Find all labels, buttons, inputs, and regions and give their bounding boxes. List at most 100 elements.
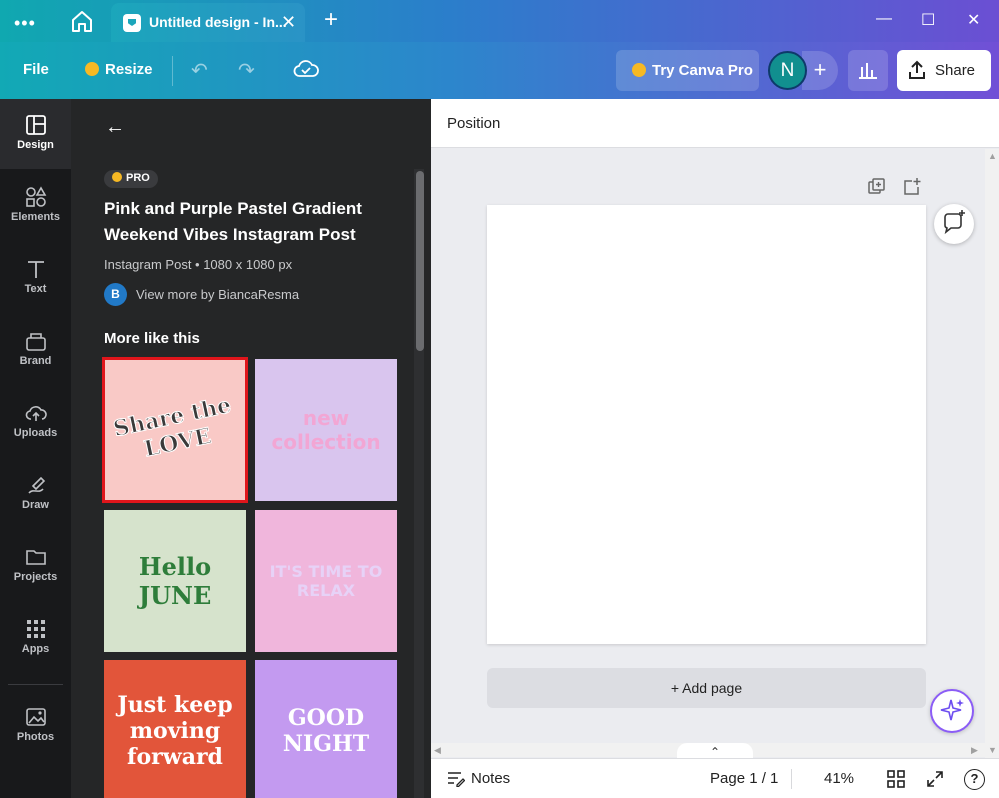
position-button[interactable]: Position <box>447 115 500 132</box>
layout-icon <box>25 115 46 135</box>
rail-divider <box>8 684 63 685</box>
thumbnail-text: GOOD NIGHT <box>282 705 370 757</box>
resize-button[interactable]: Resize <box>85 61 153 78</box>
brand-icon <box>25 333 46 351</box>
maximize-icon[interactable]: ☐ <box>921 10 935 30</box>
zoom-level[interactable]: 41% <box>824 770 854 787</box>
window-close-icon[interactable]: ✕ <box>967 10 980 30</box>
thumbnail-text: new collection <box>271 406 381 454</box>
title-bar: ••• Untitled design - In... ✕ + — ☐ ✕ <box>0 0 999 42</box>
template-thumbnail[interactable]: Share the LOVE <box>102 357 248 503</box>
rail-label: Photos <box>16 731 55 743</box>
scroll-down-icon[interactable]: ▼ <box>988 745 997 755</box>
text-icon <box>27 261 44 278</box>
template-thumbnail[interactable]: new collection <box>255 359 397 501</box>
document-tab[interactable]: Untitled design - In... ✕ <box>111 3 305 42</box>
share-label: Share <box>935 62 976 79</box>
template-thumbnail[interactable]: IT'S TIME TO RELAX <box>255 510 397 652</box>
pro-badge: PRO <box>104 170 158 188</box>
add-collaborator-button[interactable]: + <box>802 51 838 90</box>
shapes-icon <box>25 186 46 207</box>
share-button[interactable]: Share <box>897 50 991 91</box>
rail-item-brand[interactable]: Brand <box>0 315 71 385</box>
undo-icon[interactable]: ↶ <box>191 58 208 83</box>
rail-item-apps[interactable]: Apps <box>0 603 71 673</box>
duplicate-page-icon[interactable] <box>867 177 887 197</box>
add-page-button[interactable]: + Add page <box>487 668 926 708</box>
template-title: Pink and Purple Pastel Gradient Weekend … <box>104 199 362 244</box>
panel-scrollbar-thumb[interactable] <box>416 171 424 351</box>
author-link[interactable]: View more by BiancaResma <box>136 287 299 302</box>
thumbnail-text: Just keep moving forward <box>117 692 233 770</box>
minimize-icon[interactable]: — <box>876 10 892 28</box>
pro-label: PRO <box>126 172 150 184</box>
page-indicator[interactable]: Page 1 / 1 <box>710 770 778 787</box>
bar-chart-icon <box>859 63 877 79</box>
more-like-this-heading: More like this <box>104 330 200 347</box>
add-page-icon[interactable] <box>902 177 922 197</box>
back-arrow-icon[interactable]: ← <box>105 116 127 138</box>
template-thumbnail[interactable]: Hello JUNE <box>104 510 246 652</box>
add-comment-button[interactable] <box>934 204 974 244</box>
template-thumbnail[interactable]: Just keep moving forward <box>104 660 246 798</box>
try-canva-pro-button[interactable]: Try Canva Pro <box>616 50 759 91</box>
scroll-left-icon[interactable]: ◀ <box>434 745 441 756</box>
rail-label: Elements <box>11 211 60 223</box>
crown-icon <box>632 63 646 77</box>
file-menu-button[interactable]: File <box>23 61 49 78</box>
folder-icon <box>25 550 46 565</box>
crown-icon <box>85 62 99 76</box>
rail-label: Uploads <box>13 427 58 439</box>
canva-tab-icon <box>123 14 141 32</box>
rail-item-projects[interactable]: Projects <box>0 531 71 601</box>
rail-item-photos[interactable]: Photos <box>0 691 71 761</box>
upload-icon <box>909 60 925 79</box>
scroll-up-icon[interactable]: ▲ <box>988 151 997 161</box>
fullscreen-icon[interactable] <box>925 769 945 789</box>
upload-cloud-icon <box>25 406 47 421</box>
template-meta: Instagram Post • 1080 x 1080 px <box>104 257 293 272</box>
design-page[interactable] <box>487 205 926 644</box>
apps-grid-icon <box>26 620 45 638</box>
rail-item-elements[interactable]: Elements <box>0 171 71 241</box>
rail-item-text[interactable]: Text <box>0 243 71 313</box>
app-menu-icon[interactable]: ••• <box>14 13 36 34</box>
scroll-right-icon[interactable]: ▶ <box>971 745 978 756</box>
avatar[interactable]: N <box>768 51 807 90</box>
tab-title: Untitled design - In... <box>149 14 287 30</box>
rail-item-draw[interactable]: Draw <box>0 459 71 529</box>
editor-toolbar: File Resize ↶ ↷ Try Canva Pro + N Share <box>0 42 999 99</box>
redo-icon[interactable]: ↷ <box>238 58 255 83</box>
author-avatar[interactable]: B <box>104 283 127 306</box>
left-rail: Design Elements Text Brand Uploads Draw … <box>0 99 71 798</box>
rail-item-design[interactable]: Design <box>0 99 71 169</box>
show-pages-chevron-icon[interactable]: ⌃ <box>677 743 753 759</box>
rail-label: Projects <box>13 571 58 583</box>
grid-view-icon[interactable] <box>886 769 906 789</box>
image-icon <box>25 708 46 726</box>
thumbnail-text: IT'S TIME TO RELAX <box>269 562 383 600</box>
new-tab-icon[interactable]: + <box>324 6 338 34</box>
thumbnail-text: Hello JUNE <box>138 552 212 610</box>
magic-assistant-button[interactable] <box>930 689 974 733</box>
rail-item-uploads[interactable]: Uploads <box>0 387 71 457</box>
context-toolbar: Position <box>431 99 999 148</box>
crown-icon <box>112 172 122 182</box>
rail-label: Text <box>24 283 47 295</box>
footer-divider <box>791 769 792 789</box>
cloud-saved-icon[interactable] <box>293 58 319 80</box>
rail-label: Design <box>17 139 54 151</box>
help-icon[interactable]: ? <box>964 769 985 790</box>
rail-label: Apps <box>21 643 50 655</box>
template-details-panel: ← PRO Pink and Purple Pastel Gradient We… <box>71 99 431 798</box>
canvas-area: Position + Add page ▲ ▼ ◀ ▶ ⌃ <box>431 99 999 798</box>
comment-plus-icon <box>944 210 965 235</box>
analytics-button[interactable] <box>848 50 888 91</box>
vertical-scrollbar[interactable]: ▲ ▼ <box>985 149 999 758</box>
home-icon[interactable] <box>64 6 100 36</box>
template-thumbnail[interactable]: GOOD NIGHT <box>255 660 397 798</box>
rail-label: Draw <box>22 499 49 511</box>
close-tab-icon[interactable]: ✕ <box>281 12 296 33</box>
notes-button[interactable]: Notes <box>471 770 510 787</box>
draw-icon <box>27 476 45 494</box>
